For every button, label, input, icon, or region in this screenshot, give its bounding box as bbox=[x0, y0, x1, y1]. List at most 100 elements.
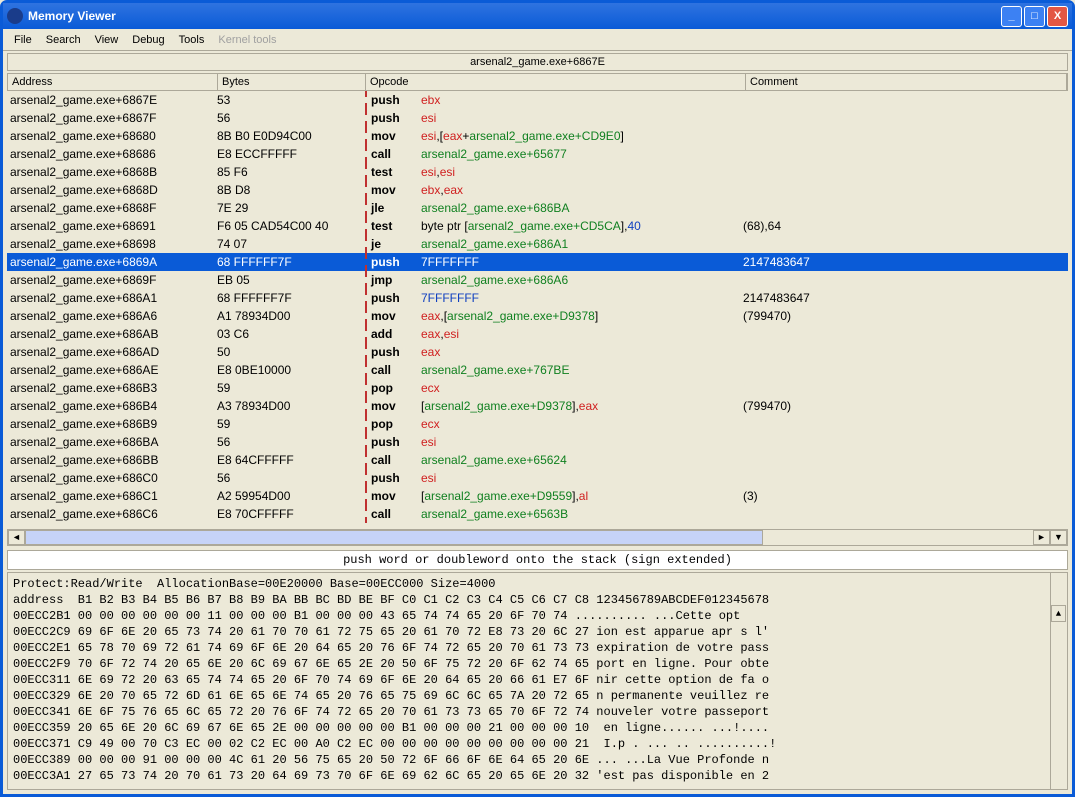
hex-scrollbar[interactable]: ▲ bbox=[1050, 573, 1067, 789]
disasm-row[interactable]: arsenal2_game.exe+686C6E8 70CFFFFFcallar… bbox=[7, 505, 1068, 523]
menu-debug[interactable]: Debug bbox=[125, 31, 171, 49]
bytes-cell: 56 bbox=[217, 435, 365, 449]
bytes-cell: 8B B0 E0D94C00 bbox=[217, 129, 365, 143]
disasm-row[interactable]: arsenal2_game.exe+6867F56pushesi bbox=[7, 109, 1068, 127]
scroll-thumb[interactable] bbox=[25, 530, 763, 545]
bytes-cell: E8 70CFFFFF bbox=[217, 507, 365, 521]
close-button[interactable]: X bbox=[1047, 6, 1068, 27]
opcode-cell: call bbox=[367, 453, 421, 467]
bytes-cell: 53 bbox=[217, 93, 365, 107]
maximize-button[interactable]: □ bbox=[1024, 6, 1045, 27]
scroll-up-icon[interactable]: ▲ bbox=[1051, 605, 1066, 622]
instruction-info: push word or doubleword onto the stack (… bbox=[7, 550, 1068, 570]
window-title: Memory Viewer bbox=[28, 9, 999, 23]
opcode-cell: push bbox=[367, 255, 421, 269]
opcode-cell: add bbox=[367, 327, 421, 341]
opcode-cell: push bbox=[367, 345, 421, 359]
disasm-row[interactable]: arsenal2_game.exe+686B959popecx bbox=[7, 415, 1068, 433]
disasm-row[interactable]: arsenal2_game.exe+686A168 FFFFFF7Fpush7F… bbox=[7, 289, 1068, 307]
bytes-cell: F6 05 CAD54C00 40 bbox=[217, 219, 365, 233]
disassembly-view[interactable]: arsenal2_game.exe+6867E53pushebxarsenal2… bbox=[7, 91, 1068, 527]
operand-cell: esi bbox=[421, 111, 743, 125]
menu-view[interactable]: View bbox=[88, 31, 126, 49]
comment-cell: (799470) bbox=[743, 399, 1068, 413]
address-cell: arsenal2_game.exe+686B9 bbox=[7, 417, 217, 431]
menu-tools[interactable]: Tools bbox=[172, 31, 212, 49]
disasm-row[interactable]: arsenal2_game.exe+6869FEB 05jmparsenal2_… bbox=[7, 271, 1068, 289]
operand-cell: byte ptr [arsenal2_game.exe+CD5CA],40 bbox=[421, 219, 743, 233]
header-address[interactable]: Address bbox=[8, 74, 218, 90]
bytes-cell: 56 bbox=[217, 111, 365, 125]
operand-cell: arsenal2_game.exe+686BA bbox=[421, 201, 743, 215]
horizontal-scrollbar[interactable]: ◄ ► ▼ bbox=[7, 529, 1068, 546]
minimize-button[interactable]: _ bbox=[1001, 6, 1022, 27]
opcode-cell: pop bbox=[367, 417, 421, 431]
address-cell: arsenal2_game.exe+686A1 bbox=[7, 291, 217, 305]
scroll-right-icon[interactable]: ► bbox=[1033, 530, 1050, 545]
disasm-row[interactable]: arsenal2_game.exe+686C056pushesi bbox=[7, 469, 1068, 487]
disasm-row[interactable]: arsenal2_game.exe+686C1A2 59954D00mov[ar… bbox=[7, 487, 1068, 505]
address-cell: arsenal2_game.exe+686BA bbox=[7, 435, 217, 449]
disasm-row[interactable]: arsenal2_game.exe+6868D8B D8movebx,eax bbox=[7, 181, 1068, 199]
operand-cell: 7FFFFFFF bbox=[421, 255, 743, 269]
opcode-cell: je bbox=[367, 237, 421, 251]
comment-cell: 2147483647 bbox=[743, 255, 1068, 269]
opcode-cell: push bbox=[367, 435, 421, 449]
address-cell: arsenal2_game.exe+686C1 bbox=[7, 489, 217, 503]
disasm-row[interactable]: arsenal2_game.exe+686BA56pushesi bbox=[7, 433, 1068, 451]
disasm-row[interactable]: arsenal2_game.exe+686B359popecx bbox=[7, 379, 1068, 397]
bytes-cell: E8 ECCFFFFF bbox=[217, 147, 365, 161]
opcode-cell: push bbox=[367, 471, 421, 485]
address-cell: arsenal2_game.exe+686AD bbox=[7, 345, 217, 359]
header-opcode[interactable]: Opcode bbox=[366, 74, 746, 90]
disasm-row[interactable]: arsenal2_game.exe+686AD50pusheax bbox=[7, 343, 1068, 361]
menu-file[interactable]: File bbox=[7, 31, 39, 49]
menu-kernel: Kernel tools bbox=[211, 31, 283, 49]
operand-cell: eax,esi bbox=[421, 327, 743, 341]
opcode-cell: pop bbox=[367, 381, 421, 395]
operand-cell: arsenal2_game.exe+6563B bbox=[421, 507, 743, 521]
opcode-cell: call bbox=[367, 507, 421, 521]
opcode-cell: mov bbox=[367, 183, 421, 197]
disasm-row[interactable]: arsenal2_game.exe+686BBE8 64CFFFFFcallar… bbox=[7, 451, 1068, 469]
disasm-row[interactable]: arsenal2_game.exe+6869874 07jearsenal2_g… bbox=[7, 235, 1068, 253]
disasm-row[interactable]: arsenal2_game.exe+6868B85 F6testesi,esi bbox=[7, 163, 1068, 181]
comment-cell: (799470) bbox=[743, 309, 1068, 323]
disasm-row[interactable]: arsenal2_game.exe+686808B B0 E0D94C00mov… bbox=[7, 127, 1068, 145]
bytes-cell: 68 FFFFFF7F bbox=[217, 291, 365, 305]
address-cell: arsenal2_game.exe+68680 bbox=[7, 129, 217, 143]
hex-view[interactable]: Protect:Read/Write AllocationBase=00E200… bbox=[7, 572, 1068, 790]
address-cell: arsenal2_game.exe+6867F bbox=[7, 111, 217, 125]
opcode-cell: call bbox=[367, 363, 421, 377]
address-cell: arsenal2_game.exe+6869A bbox=[7, 255, 217, 269]
opcode-cell: push bbox=[367, 93, 421, 107]
disasm-row[interactable]: arsenal2_game.exe+6867E53pushebx bbox=[7, 91, 1068, 109]
bytes-cell: A3 78934D00 bbox=[217, 399, 365, 413]
header-bytes[interactable]: Bytes bbox=[218, 74, 366, 90]
menubar: File Search View Debug Tools Kernel tool… bbox=[3, 29, 1072, 51]
disasm-row[interactable]: arsenal2_game.exe+68686E8 ECCFFFFFcallar… bbox=[7, 145, 1068, 163]
disasm-row[interactable]: arsenal2_game.exe+6868F7E 29jlearsenal2_… bbox=[7, 199, 1068, 217]
disasm-row[interactable]: arsenal2_game.exe+6869A68 FFFFFF7Fpush7F… bbox=[7, 253, 1068, 271]
address-cell: arsenal2_game.exe+68698 bbox=[7, 237, 217, 251]
disasm-row[interactable]: arsenal2_game.exe+686AB03 C6addeax,esi bbox=[7, 325, 1068, 343]
header-comment[interactable]: Comment bbox=[746, 74, 1067, 90]
scroll-down-icon[interactable]: ▼ bbox=[1050, 530, 1067, 545]
disasm-row[interactable]: arsenal2_game.exe+686B4A3 78934D00mov[ar… bbox=[7, 397, 1068, 415]
operand-cell: ecx bbox=[421, 417, 743, 431]
scroll-left-icon[interactable]: ◄ bbox=[8, 530, 25, 545]
hex-content: Protect:Read/Write AllocationBase=00E200… bbox=[13, 576, 1062, 784]
disasm-row[interactable]: arsenal2_game.exe+68691F6 05 CAD54C00 40… bbox=[7, 217, 1068, 235]
column-headers[interactable]: Address Bytes Opcode Comment bbox=[7, 73, 1068, 91]
disasm-row[interactable]: arsenal2_game.exe+686AEE8 0BE10000callar… bbox=[7, 361, 1068, 379]
bytes-cell: A2 59954D00 bbox=[217, 489, 365, 503]
bytes-cell: 7E 29 bbox=[217, 201, 365, 215]
titlebar[interactable]: Memory Viewer _ □ X bbox=[3, 3, 1072, 29]
disasm-row[interactable]: arsenal2_game.exe+686A6A1 78934D00moveax… bbox=[7, 307, 1068, 325]
opcode-cell: call bbox=[367, 147, 421, 161]
bytes-cell: E8 0BE10000 bbox=[217, 363, 365, 377]
menu-search[interactable]: Search bbox=[39, 31, 88, 49]
location-bar[interactable]: arsenal2_game.exe+6867E bbox=[7, 53, 1068, 71]
address-cell: arsenal2_game.exe+686B4 bbox=[7, 399, 217, 413]
opcode-cell: jle bbox=[367, 201, 421, 215]
